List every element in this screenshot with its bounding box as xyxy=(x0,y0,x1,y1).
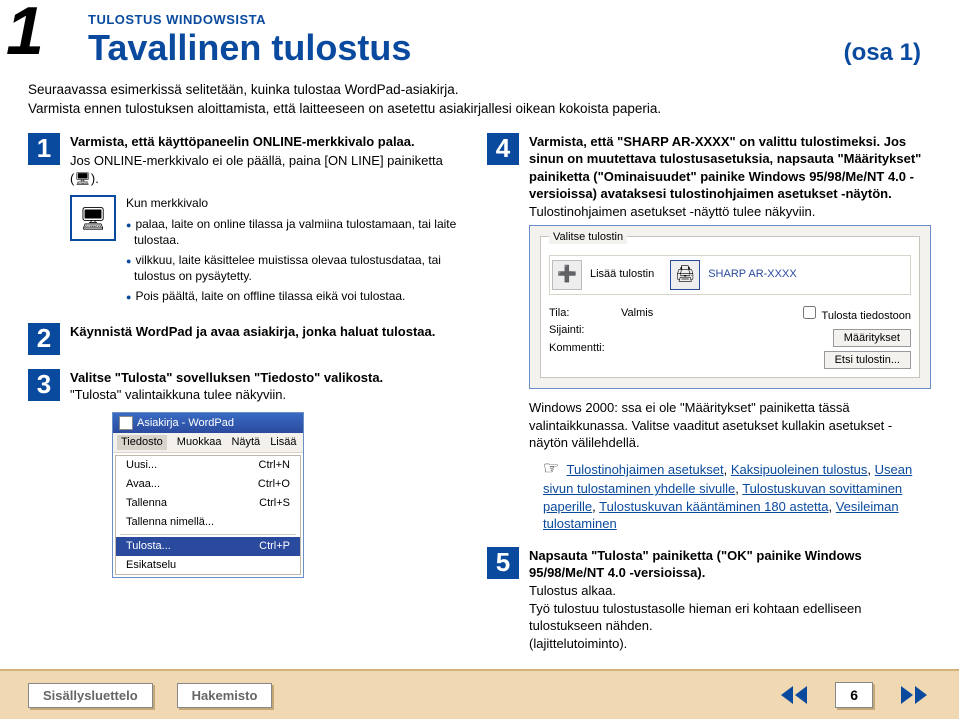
step-3-number: 3 xyxy=(28,369,60,401)
step-4-text: Tulostinohjaimen asetukset -näyttö tulee… xyxy=(529,203,931,221)
step-2-number: 2 xyxy=(28,323,60,355)
wordpad-title: Asiakirja - WordPad xyxy=(137,416,234,431)
menu-item-tallenna[interactable]: TallennaCtrl+S xyxy=(116,494,300,513)
step-5-number: 5 xyxy=(487,547,519,579)
bullet-3: Pois päältä, laite on offline tilassa ei… xyxy=(126,288,467,304)
dlg-group-legend: Valitse tulostin xyxy=(549,230,627,245)
page-number: 6 xyxy=(835,682,873,708)
pointer-icon: ☞ xyxy=(543,458,559,478)
page-title: Tavallinen tulostus xyxy=(88,27,411,69)
val-tila: Valmis xyxy=(621,306,771,321)
menu-item-tulosta[interactable]: Tulosta...Ctrl+P xyxy=(116,537,300,556)
index-button[interactable]: Hakemisto xyxy=(177,683,273,708)
wordpad-window: Asiakirja - WordPad Tiedosto Muokkaa Näy… xyxy=(112,412,304,579)
menu-item-avaa[interactable]: Avaa...Ctrl+O xyxy=(116,475,300,494)
step-1: 1 Varmista, että käyttöpaneelin ONLINE-m… xyxy=(28,133,467,309)
menu-item-tallenna-nimella[interactable]: Tallenna nimellä... xyxy=(116,513,300,532)
btn-etsi-tulostin[interactable]: Etsi tulostin... xyxy=(824,351,911,369)
wordpad-titlebar: Asiakirja - WordPad xyxy=(113,413,303,434)
bullet-1: palaa, laite on online tilassa ja valmii… xyxy=(126,216,467,248)
bullet-heading: Kun merkkivalo xyxy=(126,195,467,211)
step-3-text: "Tulosta" valintaikkuna tulee näkyviin. xyxy=(70,386,467,404)
step-5-text-2: Työ tulostuu tulostustasolle hieman eri … xyxy=(529,600,931,635)
printer-name[interactable]: SHARP AR-XXXX xyxy=(708,267,796,282)
step-5-text-3: (lajittelutoiminto). xyxy=(529,635,931,653)
part-label: (osa 1) xyxy=(844,39,921,67)
step-1-text-b: ). xyxy=(91,171,99,186)
footer: Sisällysluettelo Hakemisto 6 xyxy=(0,669,959,719)
menu-item-esikatselu[interactable]: Esikatselu xyxy=(116,556,300,575)
menu-muokkaa[interactable]: Muokkaa xyxy=(177,435,222,450)
prev-page-button[interactable] xyxy=(777,682,811,708)
step-5: 5 Napsauta "Tulosta" painiketta ("OK" pa… xyxy=(487,547,931,652)
computer-icon: 🖥 xyxy=(70,195,116,241)
lbl-tila: Tila: xyxy=(549,306,609,321)
menu-nayta[interactable]: Näytä xyxy=(231,435,260,450)
menu-lisaa[interactable]: Lisää xyxy=(270,435,296,450)
wordpad-dropdown: Uusi...Ctrl+N Avaa...Ctrl+O TallennaCtrl… xyxy=(115,455,301,575)
menu-tiedosto[interactable]: Tiedosto xyxy=(117,435,167,450)
chk-label: Tulosta tiedostoon xyxy=(822,310,911,322)
monitor-icon-small: 🖥 xyxy=(74,171,91,186)
step-4-heading: Varmista, että "SHARP AR-XXXX" on valitt… xyxy=(529,134,921,202)
link-kaksipuoleinen[interactable]: Kaksipuoleinen tulostus xyxy=(731,462,868,477)
step-5-heading: Napsauta "Tulosta" painiketta ("OK" pain… xyxy=(529,548,862,581)
step-1-number: 1 xyxy=(28,133,60,165)
toc-button[interactable]: Sisällysluettelo xyxy=(28,683,153,708)
btn-maaritykset[interactable]: Määritykset xyxy=(833,329,911,347)
menu-item-uusi[interactable]: Uusi...Ctrl+N xyxy=(116,456,300,475)
link-asetukset[interactable]: Tulostinohjaimen asetukset xyxy=(567,462,724,477)
chk-tiedostoon[interactable] xyxy=(803,306,816,319)
step-2: 2 Käynnistä WordPad ja avaa asiakirja, j… xyxy=(28,323,467,355)
step-4: 4 Varmista, että "SHARP AR-XXXX" on vali… xyxy=(487,133,931,533)
add-printer-icon[interactable]: ➕ xyxy=(552,260,582,290)
lbl-kommentti: Kommentti: xyxy=(549,341,609,356)
breadcrumb: TULOSTUS WINDOWSISTA xyxy=(88,12,931,27)
print-dialog: Valitse tulostin ➕ Lisää tulostin 🖨 SHAR… xyxy=(529,225,931,390)
wordpad-menubar: Tiedosto Muokkaa Näytä Lisää xyxy=(113,433,303,453)
intro-text: Seuraavassa esimerkissä selitetään, kuin… xyxy=(28,81,931,119)
lbl-sijainti: Sijainti: xyxy=(549,323,609,338)
menu-separator xyxy=(120,534,296,535)
step-2-text: Käynnistä WordPad ja avaa asiakirja, jon… xyxy=(70,324,435,339)
step-5-text-1: Tulostus alkaa. xyxy=(529,582,931,600)
add-printer-label[interactable]: Lisää tulostin xyxy=(590,267,654,282)
step-1-heading: Varmista, että käyttöpaneelin ONLINE-mer… xyxy=(70,134,415,149)
step-3-heading: Valitse "Tulosta" sovelluksen "Tiedosto"… xyxy=(70,370,383,385)
step-4-number: 4 xyxy=(487,133,519,165)
wordpad-app-icon xyxy=(119,416,133,430)
printer-icon[interactable]: 🖨 xyxy=(670,260,700,290)
step-3: 3 Valitse "Tulosta" sovelluksen "Tiedost… xyxy=(28,369,467,579)
chapter-number: 1 xyxy=(6,4,44,58)
step-1-text-a: Jos ONLINE-merkkivalo ei ole päällä, pai… xyxy=(70,153,443,186)
link-kaantaminen[interactable]: Tulostuskuvan kääntäminen 180 astetta xyxy=(599,499,828,514)
step-4-note: Windows 2000: ssa ei ole "Määritykset" p… xyxy=(529,399,931,452)
bullet-2: vilkkuu, laite käsittelee muistissa olev… xyxy=(126,252,467,284)
next-page-button[interactable] xyxy=(897,682,931,708)
